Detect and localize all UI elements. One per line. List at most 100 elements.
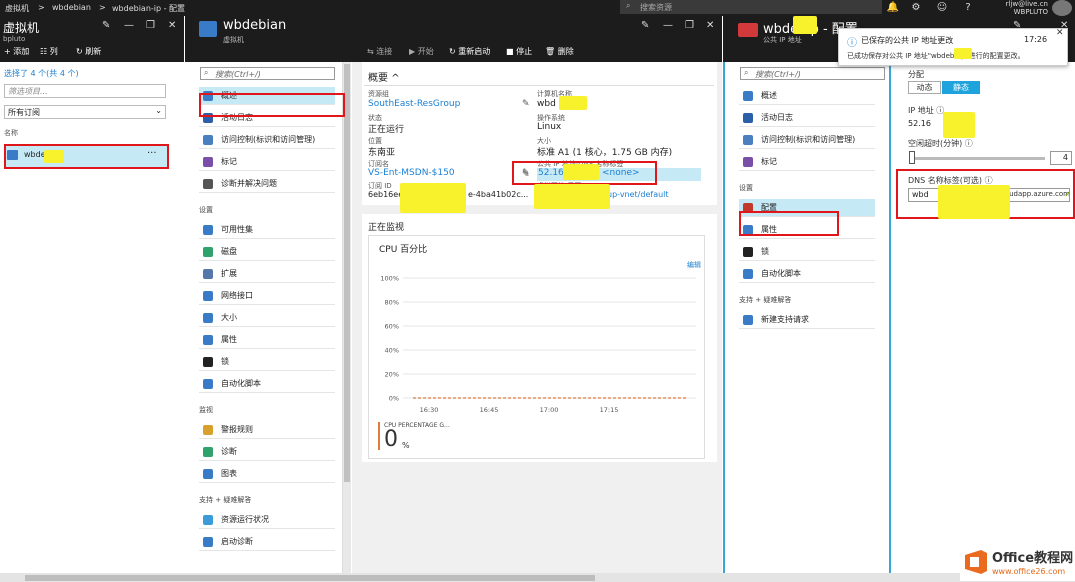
breadcrumb-separator: > bbox=[38, 3, 45, 12]
menu-item[interactable]: 属性 bbox=[199, 331, 335, 349]
idle-timeout-slider-handle[interactable] bbox=[909, 151, 915, 164]
breadcrumb-vm[interactable]: wbdebian bbox=[52, 3, 91, 12]
menu-item[interactable]: 访问控制(标识和访问管理) bbox=[199, 131, 335, 149]
notification-toast[interactable]: ⓘ 已保存的公共 IP 地址更改 17:26 已成功保存对公共 IP 地址"wb… bbox=[838, 28, 1068, 66]
vnet-link[interactable]: up-vnet/default bbox=[607, 190, 669, 199]
add-button[interactable]: + 添加 bbox=[4, 46, 29, 57]
minimize-icon[interactable]: — bbox=[663, 20, 673, 31]
menu-item-icon bbox=[743, 157, 753, 167]
menu-item[interactable]: 诊断并解决问题 bbox=[199, 175, 335, 193]
menu-item[interactable]: 大小 bbox=[199, 309, 335, 327]
pencil-icon[interactable]: ✎ bbox=[522, 99, 530, 109]
overview-toggle[interactable]: 概要 ^ bbox=[368, 69, 400, 84]
avatar[interactable] bbox=[1052, 0, 1072, 16]
subscription-select[interactable]: 所有订阅 ⌄ bbox=[4, 105, 166, 119]
menu-item[interactable]: 图表 bbox=[199, 465, 335, 483]
breadcrumb-vms[interactable]: 虚拟机 bbox=[5, 3, 29, 14]
horizontal-scrollbar-thumb[interactable] bbox=[25, 575, 595, 581]
redaction-mark bbox=[400, 183, 466, 213]
menu-item[interactable]: 访问控制(标识和访问管理) bbox=[739, 131, 875, 149]
divider bbox=[364, 85, 714, 86]
delete-label: 删除 bbox=[557, 47, 574, 56]
menu-item[interactable]: 标记 bbox=[739, 153, 875, 171]
stop-button[interactable]: ■ 停止 bbox=[506, 46, 532, 57]
menu-item[interactable]: 网络接口 bbox=[199, 287, 335, 305]
trash-icon: 🗑 bbox=[545, 47, 556, 56]
menu-item[interactable]: 锁 bbox=[199, 353, 335, 371]
menu-item[interactable]: 扩展 bbox=[199, 265, 335, 283]
close-icon[interactable]: ✕ bbox=[706, 20, 714, 31]
menu-search-placeholder: 搜索(Ctrl+/) bbox=[215, 70, 261, 79]
filter-input[interactable]: 筛选项目... bbox=[4, 84, 166, 98]
y-tick-label: 60% bbox=[385, 323, 399, 331]
refresh-button[interactable]: ↻ 刷新 bbox=[76, 46, 101, 57]
x-tick-label: 17:15 bbox=[600, 406, 619, 414]
highlight-box bbox=[4, 144, 169, 169]
connect-button[interactable]: ⇆ 连接 bbox=[367, 46, 392, 57]
menu-search-input[interactable]: ⌕ 搜索(Ctrl+/) bbox=[740, 67, 885, 80]
menu-search-input[interactable]: ⌕ 搜索(Ctrl+/) bbox=[200, 67, 335, 80]
menu-item-label: 自动化脚本 bbox=[221, 379, 261, 388]
play-icon: ▶ bbox=[409, 47, 416, 56]
restart-label: 重新启动 bbox=[458, 47, 491, 56]
menu-item[interactable]: 可用性集 bbox=[199, 221, 335, 239]
columns-button[interactable]: ☷ 列 bbox=[40, 46, 58, 57]
menu-item-icon bbox=[743, 113, 753, 123]
os-value: Linux bbox=[537, 122, 562, 132]
menu-item-icon bbox=[203, 425, 213, 435]
x-tick-label: 17:00 bbox=[540, 406, 559, 414]
y-tick-label: 20% bbox=[385, 371, 399, 379]
delete-button[interactable]: 🗑 删除 bbox=[545, 46, 574, 57]
subscription-link[interactable]: VS-Ent-MSDN-$150 bbox=[368, 168, 455, 178]
menu-item-label: 概述 bbox=[761, 91, 777, 100]
menu-item[interactable]: 新建支持请求 bbox=[739, 311, 875, 329]
menu-item[interactable]: 警报规则 bbox=[199, 421, 335, 439]
restart-button[interactable]: ↻ 重新启动 bbox=[449, 46, 490, 57]
static-toggle[interactable]: 静态 bbox=[942, 81, 980, 94]
global-search-input[interactable]: ⌕ 搜索资源 bbox=[620, 0, 882, 14]
menu-item-label: 资源运行状况 bbox=[221, 515, 269, 524]
menu-item[interactable]: 磁盘 bbox=[199, 243, 335, 261]
menu-item-icon bbox=[743, 315, 753, 325]
menu-scrollbar-thumb[interactable] bbox=[344, 64, 350, 482]
close-icon[interactable]: ✕ bbox=[168, 20, 176, 31]
gear-icon[interactable]: ⚙ bbox=[909, 1, 923, 15]
menu-item[interactable]: 启动诊断 bbox=[199, 533, 335, 551]
cpu-chart-card[interactable]: CPU 百分比 编辑 100% 80% 60% 40% 20% 0% 16:30 16:45 1… bbox=[368, 235, 705, 459]
menu-item[interactable]: 概述 bbox=[739, 87, 875, 105]
menu-item[interactable]: 自动化脚本 bbox=[739, 265, 875, 283]
menu-item[interactable]: 资源运行状况 bbox=[199, 511, 335, 529]
metric-value: 0 bbox=[384, 427, 398, 452]
menu-item-icon bbox=[203, 447, 213, 457]
pin-icon[interactable]: ✎ bbox=[102, 20, 110, 31]
section-header: 设置 bbox=[199, 206, 213, 214]
y-tick-label: 80% bbox=[385, 299, 399, 307]
dynamic-toggle[interactable]: 动态 bbox=[908, 81, 941, 94]
selection-summary[interactable]: 选择了 4 个(共 4 个) bbox=[4, 68, 79, 79]
connect-icon: ⇆ bbox=[367, 47, 374, 56]
resource-group-link[interactable]: SouthEast-ResGroup bbox=[368, 99, 460, 109]
menu-item[interactable]: 标记 bbox=[199, 153, 335, 171]
breadcrumb-ip-config[interactable]: wbdebian-ip - 配置 bbox=[112, 3, 185, 14]
idle-timeout-input[interactable]: 4 bbox=[1050, 151, 1072, 165]
close-icon[interactable]: ✕ bbox=[1056, 28, 1064, 38]
menu-item[interactable]: 诊断 bbox=[199, 443, 335, 461]
minimize-icon[interactable]: — bbox=[124, 20, 134, 31]
idle-timeout-slider-track[interactable] bbox=[910, 157, 1045, 160]
help-icon[interactable]: ? bbox=[961, 1, 975, 15]
pin-icon[interactable]: ✎ bbox=[641, 20, 649, 31]
chevron-down-icon: ⌄ bbox=[155, 106, 162, 115]
restore-icon[interactable]: ❐ bbox=[146, 20, 155, 31]
smiley-icon[interactable]: ☺ bbox=[935, 1, 949, 15]
menu-item[interactable]: 活动日志 bbox=[739, 109, 875, 127]
menu-item[interactable]: 锁 bbox=[739, 243, 875, 261]
restore-icon[interactable]: ❐ bbox=[685, 20, 694, 31]
menu-item[interactable]: 自动化脚本 bbox=[199, 375, 335, 393]
notifications-icon[interactable]: 🔔 bbox=[886, 1, 900, 15]
user-account[interactable]: rljw@live.cn WBPLUTO bbox=[990, 0, 1048, 16]
menu-item-icon bbox=[203, 291, 213, 301]
menu-item-icon bbox=[203, 225, 213, 235]
start-button[interactable]: ▶ 开始 bbox=[409, 46, 434, 57]
redaction-mark bbox=[534, 184, 610, 209]
plus-icon: + bbox=[4, 47, 11, 56]
